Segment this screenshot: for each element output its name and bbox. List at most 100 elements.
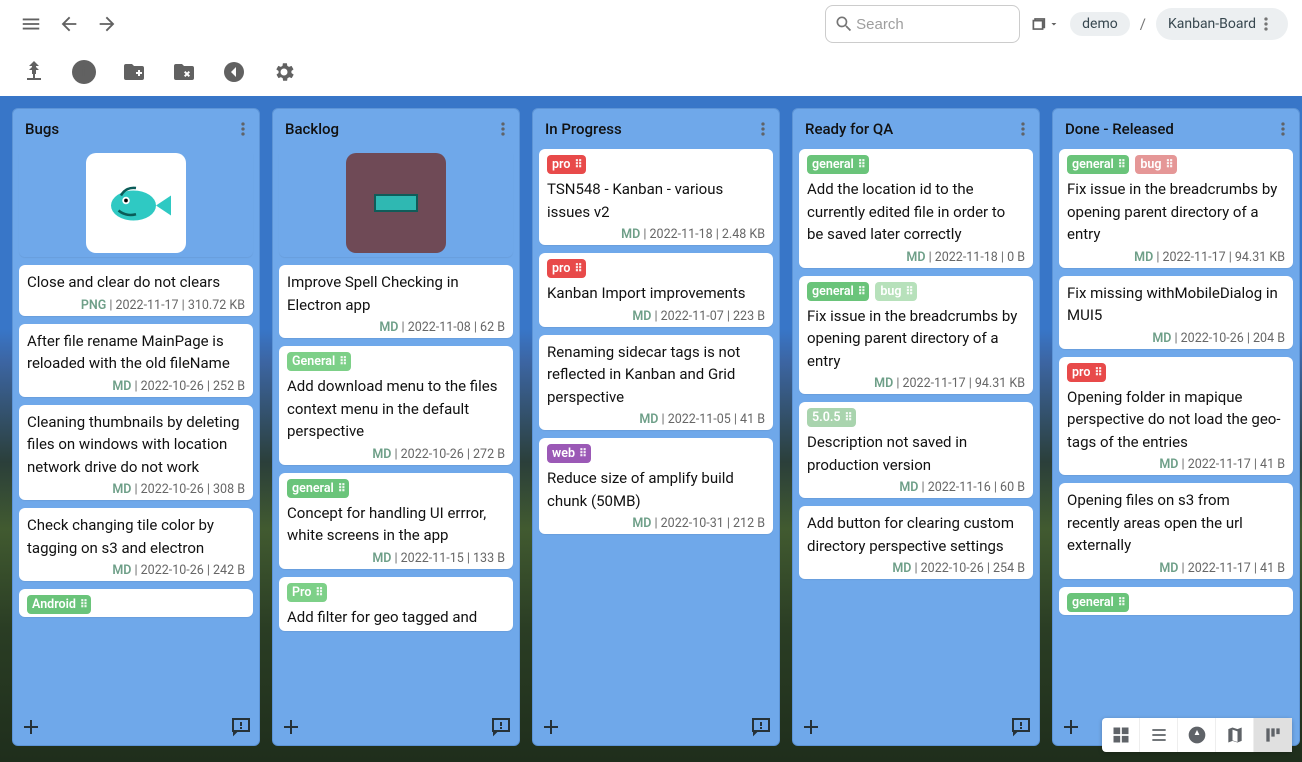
kanban-card[interactable]: Improve Spell Checking in Electron app M… <box>279 265 513 338</box>
settings-button[interactable] <box>264 52 304 92</box>
kanban-card[interactable]: Opening files on s3 from recently areas … <box>1059 483 1293 579</box>
tag-drag-handle[interactable]: ⠿ <box>339 356 346 367</box>
card-tag[interactable]: Pro⠿ <box>287 583 327 602</box>
kanban-card[interactable]: pro⠿ Kanban Import improvements MD | 202… <box>539 253 773 327</box>
breadcrumb-more-icon[interactable] <box>1256 12 1276 36</box>
menu-toggle[interactable] <box>14 7 48 41</box>
tag-drag-handle[interactable]: ⠿ <box>574 263 581 274</box>
kanban-board[interactable]: Bugs Close and clear do not clears PNG |… <box>0 96 1302 762</box>
kanban-card[interactable]: general⠿ bug⠿ Fix issue in the breadcrum… <box>799 276 1033 395</box>
add-card-button[interactable] <box>279 715 303 739</box>
kanban-card[interactable]: general⠿ Concept for handling UI errror,… <box>279 473 513 569</box>
card-tag[interactable]: web⠿ <box>547 444 591 463</box>
card-tag[interactable]: pro⠿ <box>1067 363 1106 382</box>
kanban-card[interactable]: general⠿ <box>1059 587 1293 615</box>
add-card-button[interactable] <box>799 715 823 739</box>
tag-drag-handle[interactable]: ⠿ <box>574 159 581 170</box>
upload-button[interactable] <box>14 52 54 92</box>
card-tag[interactable]: general⠿ <box>807 282 869 301</box>
tag-drag-handle[interactable]: ⠿ <box>315 587 322 598</box>
card-tag[interactable]: 5.0.5⠿ <box>807 408 856 427</box>
add-card-button[interactable] <box>1059 715 1083 739</box>
kanban-column[interactable]: Backlog Improve Spell Checking in Electr… <box>272 108 520 746</box>
kanban-card[interactable]: pro⠿ Opening folder in mapique perspecti… <box>1059 357 1293 476</box>
kanban-card[interactable]: general⠿ Add the location id to the curr… <box>799 149 1033 268</box>
column-menu-icon[interactable] <box>1273 119 1293 139</box>
card-title: Opening files on s3 from recently areas … <box>1067 489 1285 557</box>
search-box[interactable] <box>825 5 1020 43</box>
import-board-button[interactable] <box>214 52 254 92</box>
kanban-column[interactable]: Done - Released general⠿ bug⠿ Fix issue … <box>1052 108 1300 746</box>
card-tag[interactable]: general⠿ <box>287 479 349 498</box>
new-folder-button[interactable] <box>114 52 154 92</box>
kanban-card[interactable]: Add button for clearing custom directory… <box>799 506 1033 579</box>
column-menu-icon[interactable] <box>1013 119 1033 139</box>
thumbnail-card[interactable] <box>19 149 253 257</box>
kanban-card[interactable]: pro⠿ TSN548 - Kanban - various issues v2… <box>539 149 773 245</box>
card-tag[interactable]: General⠿ <box>287 352 351 371</box>
kanban-card[interactable]: 5.0.5⠿ Description not saved in producti… <box>799 402 1033 498</box>
column-menu-icon[interactable] <box>493 119 513 139</box>
kanban-card[interactable]: Android⠿ <box>19 589 253 617</box>
card-tag[interactable]: general⠿ <box>807 155 869 174</box>
kanban-column[interactable]: In Progress pro⠿ TSN548 - Kanban - vario… <box>532 108 780 746</box>
card-meta: MD | 2022-11-17 | 94.31 KB <box>1067 250 1285 265</box>
add-card-button[interactable] <box>539 715 563 739</box>
breadcrumb-workspace[interactable]: demo <box>1070 12 1130 36</box>
kanban-card[interactable]: General⠿ Add download menu to the files … <box>279 346 513 465</box>
tag-drag-handle[interactable]: ⠿ <box>1118 597 1125 608</box>
perspective-lens[interactable] <box>1178 718 1216 752</box>
kanban-card[interactable]: Pro⠿ Add filter for geo tagged and <box>279 577 513 632</box>
tag-drag-handle[interactable]: ⠿ <box>1165 159 1172 170</box>
column-menu-icon[interactable] <box>233 119 253 139</box>
kanban-column[interactable]: Ready for QA general⠿ Add the location i… <box>792 108 1040 746</box>
nav-back[interactable] <box>52 7 86 41</box>
tag-drag-handle[interactable]: ⠿ <box>1118 159 1125 170</box>
tag-drag-handle[interactable]: ⠿ <box>845 412 852 423</box>
perspective-kanban[interactable] <box>1254 718 1292 752</box>
tag-drag-handle[interactable]: ⠿ <box>858 286 865 297</box>
tag-drag-handle[interactable]: ⠿ <box>1094 367 1101 378</box>
card-tag[interactable]: pro⠿ <box>547 155 586 174</box>
thumbnail-card[interactable] <box>279 149 513 257</box>
card-tag[interactable]: general⠿ <box>1067 155 1129 174</box>
kanban-card[interactable]: Check changing tile color by tagging on … <box>19 508 253 581</box>
tag-drag-handle[interactable]: ⠿ <box>338 483 345 494</box>
card-tag[interactable]: pro⠿ <box>547 259 586 278</box>
tag-drag-handle[interactable]: ⠿ <box>80 599 87 610</box>
column-menu-icon[interactable] <box>753 119 773 139</box>
kanban-card[interactable]: After file rename MainPage is reloaded w… <box>19 324 253 397</box>
column-alert-icon[interactable] <box>229 715 253 739</box>
perspective-switcher[interactable] <box>1102 718 1292 752</box>
kanban-card[interactable]: Fix missing withMobileDialog in MUI5 MD … <box>1059 276 1293 349</box>
nav-forward[interactable] <box>90 7 124 41</box>
kanban-card[interactable]: Renaming sidecar tags is not reflected i… <box>539 335 773 431</box>
column-alert-icon[interactable] <box>749 715 773 739</box>
column-alert-icon[interactable] <box>1009 715 1033 739</box>
card-meta: MD | 2022-11-07 | 223 B <box>547 309 765 324</box>
tag-drag-handle[interactable]: ⠿ <box>579 448 586 459</box>
perspective-map[interactable] <box>1216 718 1254 752</box>
kanban-card[interactable]: general⠿ bug⠿ Fix issue in the breadcrum… <box>1059 149 1293 268</box>
add-card-button[interactable] <box>19 715 43 739</box>
column-title: Backlog <box>285 120 339 138</box>
workspace-picker[interactable] <box>1024 7 1066 41</box>
card-meta: MD | 2022-10-26 | 254 B <box>807 561 1025 576</box>
perspective-grid[interactable] <box>1102 718 1140 752</box>
column-alert-icon[interactable] <box>489 715 513 739</box>
tag-drag-handle[interactable]: ⠿ <box>858 159 865 170</box>
card-tag[interactable]: Android⠿ <box>27 595 91 614</box>
kanban-column[interactable]: Bugs Close and clear do not clears PNG |… <box>12 108 260 746</box>
card-tag[interactable]: general⠿ <box>1067 593 1129 612</box>
card-meta: MD | 2022-10-31 | 212 B <box>547 516 765 531</box>
kanban-card[interactable]: web⠿ Reduce size of amplify build chunk … <box>539 438 773 534</box>
delete-folder-button[interactable] <box>164 52 204 92</box>
card-tag[interactable]: bug⠿ <box>1135 155 1177 174</box>
kanban-card[interactable]: Close and clear do not clears PNG | 2022… <box>19 265 253 316</box>
breadcrumb-current[interactable]: Kanban-Board <box>1156 8 1288 40</box>
tag-drag-handle[interactable]: ⠿ <box>905 286 912 297</box>
card-tag[interactable]: bug⠿ <box>875 282 917 301</box>
info-button[interactable]: i <box>64 52 104 92</box>
kanban-card[interactable]: Cleaning thumbnails by deleting files on… <box>19 405 253 501</box>
perspective-list[interactable] <box>1140 718 1178 752</box>
